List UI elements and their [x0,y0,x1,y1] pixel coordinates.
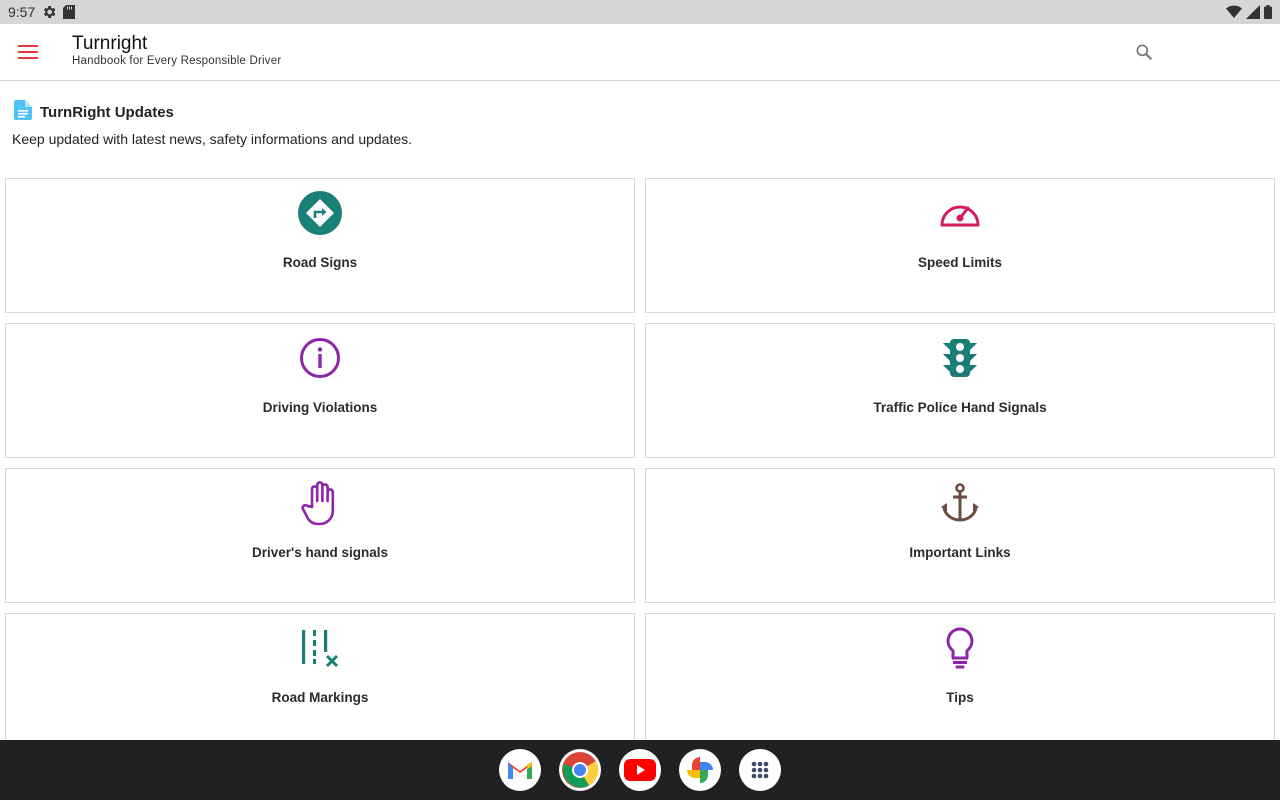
card-traffic-police-hand-signals[interactable]: Traffic Police Hand Signals [645,323,1275,458]
updates-description: Keep updated with latest news, safety in… [12,131,413,147]
battery-icon [1264,5,1272,19]
photos-icon[interactable] [679,749,721,791]
card-road-signs[interactable]: Road Signs [5,178,635,313]
traffic-light-icon [938,336,982,380]
app-title: Turnright [72,33,148,54]
app-bar: Turnright Handbook for Every Responsible… [0,24,1280,81]
card-label: Road Markings [271,690,369,705]
card-road-markings[interactable]: Road Markings [5,613,635,748]
settings-gear-icon [41,4,57,20]
sd-card-icon [63,5,76,19]
card-important-links[interactable]: Important Links [645,468,1275,603]
anchor-icon [938,481,982,525]
card-driving-violations[interactable]: Driving Violations [5,323,635,458]
youtube-icon[interactable] [619,749,661,791]
info-circle-icon [298,336,342,380]
hand-icon [298,481,342,526]
card-speed-limits[interactable]: Speed Limits [645,178,1275,313]
card-tips[interactable]: Tips [645,613,1275,748]
document-icon [14,100,32,125]
chrome-icon[interactable] [559,749,601,791]
hamburger-menu-icon[interactable] [12,38,44,66]
road-sign-turn-icon [298,191,342,235]
card-label: Tips [946,690,974,705]
road-markings-icon [298,626,342,670]
app-drawer-icon[interactable] [739,749,781,791]
card-label: Traffic Police Hand Signals [873,400,1047,415]
app-subtitle: Handbook for Every Responsible Driver [72,55,282,67]
updates-section: TurnRight Updates Keep updated with late… [0,82,1280,172]
status-time: 9:57 [8,4,36,20]
cell-signal-icon [1246,5,1260,19]
wifi-icon [1226,5,1242,19]
card-drivers-hand-signals[interactable]: Driver's hand signals [5,468,635,603]
card-label: Driving Violations [262,400,378,415]
taskbar-dock [0,740,1280,800]
search-icon[interactable] [1130,38,1158,66]
gmail-icon[interactable] [499,749,541,791]
card-label: Road Signs [282,255,358,270]
card-label: Speed Limits [917,255,1003,270]
status-bar: 9:57 [0,0,1280,24]
card-label: Driver's hand signals [251,545,388,560]
updates-header[interactable]: TurnRight Updates [14,100,174,125]
updates-title: TurnRight Updates [40,104,174,121]
card-label: Important Links [909,545,1011,560]
lightbulb-icon [938,626,982,670]
speedometer-icon [938,191,982,235]
